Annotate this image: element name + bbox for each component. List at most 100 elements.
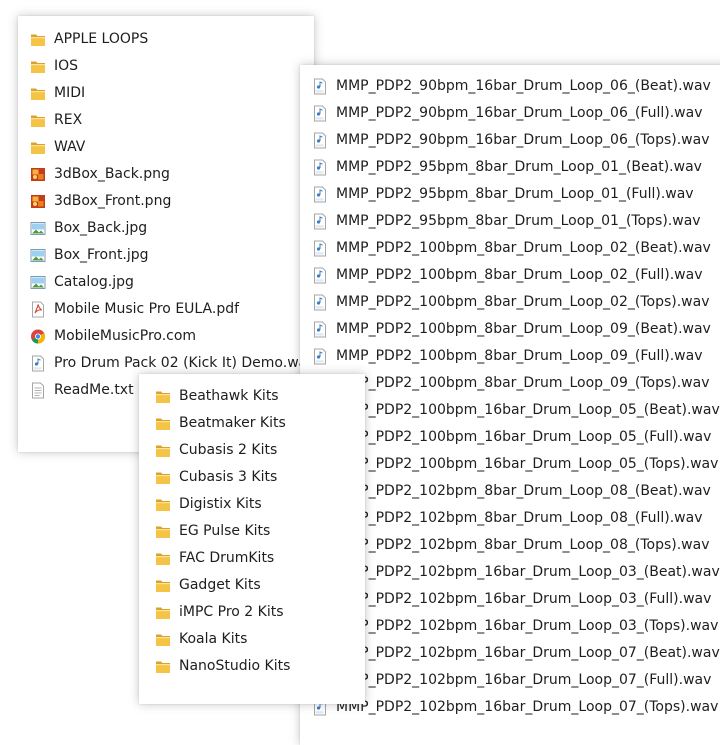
root-file-item[interactable]: WAV <box>18 134 314 161</box>
root-file-item-label: ReadMe.txt <box>54 382 134 398</box>
root-file-item[interactable]: Box_Back.jpg <box>18 215 314 242</box>
folder-icon <box>155 388 171 405</box>
folder-icon <box>30 31 46 48</box>
wav-file-item-label: MMP_PDP2_102bpm_16bar_Drum_Loop_03_(Tops… <box>336 618 719 634</box>
wav-audio-icon <box>312 132 328 149</box>
folder-icon <box>155 496 171 513</box>
ios-folder-item[interactable]: Digistix Kits <box>139 491 365 518</box>
ios-folder-item[interactable]: Cubasis 3 Kits <box>139 464 365 491</box>
wav-file-item-label: MMP_PDP2_102bpm_8bar_Drum_Loop_08_(Tops)… <box>336 537 710 553</box>
root-file-item-label: MobileMusicPro.com <box>54 328 197 344</box>
ios-folder-item[interactable]: Gadget Kits <box>139 572 365 599</box>
root-file-item[interactable]: IOS <box>18 53 314 80</box>
root-file-item-label: Mobile Music Pro EULA.pdf <box>54 301 240 317</box>
wav-file-item-label: MMP_PDP2_102bpm_16bar_Drum_Loop_07_(Beat… <box>336 645 720 661</box>
root-file-item[interactable]: MIDI <box>18 80 314 107</box>
wav-file-item-label: MMP_PDP2_100bpm_16bar_Drum_Loop_05_(Tops… <box>336 456 719 472</box>
root-file-item[interactable]: Box_Front.jpg <box>18 242 314 269</box>
jpg-image-icon <box>30 274 46 291</box>
wav-audio-icon <box>312 186 328 203</box>
root-file-item-label: 3dBox_Back.png <box>54 166 170 182</box>
ios-folder-item-label: EG Pulse Kits <box>179 523 271 539</box>
folder-icon <box>155 415 171 432</box>
root-file-item-label: IOS <box>54 58 79 74</box>
wav-file-item-label: MMP_PDP2_100bpm_8bar_Drum_Loop_02_(Beat)… <box>336 240 711 256</box>
wav-file-item-label: MMP_PDP2_100bpm_8bar_Drum_Loop_02_(Tops)… <box>336 294 710 310</box>
wav-file-item[interactable]: MMP_PDP2_100bpm_8bar_Drum_Loop_09_(Full)… <box>300 343 720 370</box>
ios-folder-item[interactable]: Cubasis 2 Kits <box>139 437 365 464</box>
root-file-item[interactable]: Pro Drum Pack 02 (Kick It) Demo.wav <box>18 350 316 377</box>
wav-file-item[interactable]: MMP_PDP2_95bpm_8bar_Drum_Loop_01_(Tops).… <box>300 208 720 235</box>
chrome-shortcut-icon <box>30 328 46 345</box>
wav-file-item-label: MMP_PDP2_100bpm_8bar_Drum_Loop_09_(Beat)… <box>336 321 711 337</box>
pdf-file-icon <box>30 301 46 318</box>
wav-audio-icon <box>312 213 328 230</box>
jpg-image-icon <box>30 247 46 264</box>
folder-icon <box>155 523 171 540</box>
ios-folder-item-label: Beatmaker Kits <box>179 415 286 431</box>
ios-folder-item[interactable]: iMPC Pro 2 Kits <box>139 599 365 626</box>
wav-file-item[interactable]: MMP_PDP2_95bpm_8bar_Drum_Loop_01_(Full).… <box>300 181 720 208</box>
wav-audio-icon <box>312 267 328 284</box>
wav-audio-icon <box>312 159 328 176</box>
wav-file-item[interactable]: MMP_PDP2_100bpm_8bar_Drum_Loop_02_(Tops)… <box>300 289 720 316</box>
wav-audio-icon <box>312 321 328 338</box>
ios-folder-item-label: NanoStudio Kits <box>179 658 291 674</box>
wav-file-item-label: MMP_PDP2_90bpm_16bar_Drum_Loop_06_(Beat)… <box>336 78 711 94</box>
ios-folder-item-label: Digistix Kits <box>179 496 262 512</box>
root-file-item[interactable]: 3dBox_Back.png <box>18 161 314 188</box>
jpg-image-icon <box>30 220 46 237</box>
ios-folder-item[interactable]: NanoStudio Kits <box>139 653 365 680</box>
folder-icon <box>155 631 171 648</box>
wav-file-item-label: MMP_PDP2_102bpm_8bar_Drum_Loop_08_(Full)… <box>336 510 703 526</box>
wav-audio-icon <box>312 348 328 365</box>
wav-file-item-label: MMP_PDP2_90bpm_16bar_Drum_Loop_06_(Tops)… <box>336 132 710 148</box>
root-file-item[interactable]: 3dBox_Front.png <box>18 188 314 215</box>
text-file-icon <box>30 382 46 399</box>
ios-folder-item-label: Koala Kits <box>179 631 248 647</box>
wav-file-item-label: MMP_PDP2_90bpm_16bar_Drum_Loop_06_(Full)… <box>336 105 703 121</box>
root-file-item-label: Box_Back.jpg <box>54 220 148 236</box>
wav-file-item-label: MMP_PDP2_100bpm_8bar_Drum_Loop_09_(Full)… <box>336 348 703 364</box>
wav-audio-icon <box>312 294 328 311</box>
wav-file-item[interactable]: MMP_PDP2_90bpm_16bar_Drum_Loop_06_(Beat)… <box>300 73 720 100</box>
wav-audio-icon <box>312 105 328 122</box>
wav-file-item-label: MMP_PDP2_100bpm_8bar_Drum_Loop_02_(Full)… <box>336 267 703 283</box>
ios-folder-item-label: Beathawk Kits <box>179 388 279 404</box>
wav-file-item[interactable]: MMP_PDP2_100bpm_8bar_Drum_Loop_02_(Beat)… <box>300 235 720 262</box>
folder-icon <box>155 604 171 621</box>
ios-folder-item[interactable]: Koala Kits <box>139 626 365 653</box>
ios-folder-item[interactable]: EG Pulse Kits <box>139 518 365 545</box>
folder-icon <box>155 442 171 459</box>
wav-file-item-label: MMP_PDP2_102bpm_16bar_Drum_Loop_03_(Beat… <box>336 564 720 580</box>
wav-file-item[interactable]: MMP_PDP2_90bpm_16bar_Drum_Loop_06_(Tops)… <box>300 127 720 154</box>
root-file-item-label: WAV <box>54 139 86 155</box>
folder-icon <box>30 112 46 129</box>
ios-folder-item[interactable]: Beatmaker Kits <box>139 410 365 437</box>
wav-file-item[interactable]: MMP_PDP2_100bpm_8bar_Drum_Loop_09_(Beat)… <box>300 316 720 343</box>
wav-file-item[interactable]: MMP_PDP2_95bpm_8bar_Drum_Loop_01_(Beat).… <box>300 154 720 181</box>
ios-folder-panel: Beathawk Kits Beatmaker Kits Cubasis 2 Kit… <box>139 374 365 704</box>
wav-file-item-label: MMP_PDP2_102bpm_16bar_Drum_Loop_07_(Full… <box>336 672 712 688</box>
wav-file-item-label: MMP_PDP2_102bpm_16bar_Drum_Loop_03_(Full… <box>336 591 712 607</box>
ios-folder-item-label: iMPC Pro 2 Kits <box>179 604 284 620</box>
ios-file-list: Beathawk Kits Beatmaker Kits Cubasis 2 Kit… <box>139 383 365 680</box>
ios-folder-item[interactable]: Beathawk Kits <box>139 383 365 410</box>
folder-icon <box>30 139 46 156</box>
root-file-item[interactable]: Catalog.jpg <box>18 269 314 296</box>
root-file-item[interactable]: APPLE LOOPS <box>18 26 314 53</box>
root-file-item[interactable]: MobileMusicPro.com <box>18 323 314 350</box>
root-file-item[interactable]: Mobile Music Pro EULA.pdf <box>18 296 314 323</box>
root-file-item-label: APPLE LOOPS <box>54 31 149 47</box>
ios-folder-item-label: Cubasis 2 Kits <box>179 442 278 458</box>
ios-folder-item[interactable]: FAC DrumKits <box>139 545 365 572</box>
wav-file-item[interactable]: MMP_PDP2_100bpm_8bar_Drum_Loop_02_(Full)… <box>300 262 720 289</box>
wav-file-item[interactable]: MMP_PDP2_90bpm_16bar_Drum_Loop_06_(Full)… <box>300 100 720 127</box>
ios-folder-item-label: Gadget Kits <box>179 577 261 593</box>
wav-file-item-label: MMP_PDP2_102bpm_8bar_Drum_Loop_08_(Beat)… <box>336 483 711 499</box>
root-file-item[interactable]: REX <box>18 107 314 134</box>
wav-file-item-label: MMP_PDP2_100bpm_16bar_Drum_Loop_05_(Beat… <box>336 402 720 418</box>
wav-file-item-label: MMP_PDP2_100bpm_8bar_Drum_Loop_09_(Tops)… <box>336 375 710 391</box>
root-file-item-label: Catalog.jpg <box>54 274 134 290</box>
root-file-list: APPLE LOOPS IOS MIDI REX WAV 3dBox_Back.png 3d… <box>18 26 316 404</box>
